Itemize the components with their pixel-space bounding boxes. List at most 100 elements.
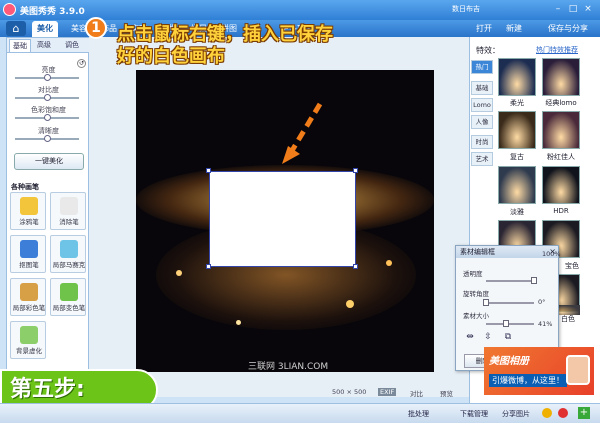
tool-label: 抠图笔 bbox=[19, 261, 39, 269]
rotation-slider[interactable] bbox=[483, 299, 534, 306]
open-button[interactable]: 打开 bbox=[476, 23, 492, 34]
effect-label: 经典lomo bbox=[545, 99, 577, 107]
resize-handle[interactable] bbox=[206, 264, 211, 269]
tab-basic-effects[interactable]: 基础 bbox=[471, 81, 493, 95]
blur-icon bbox=[20, 326, 38, 344]
slider-knob[interactable] bbox=[43, 114, 51, 121]
one-key-beautify-button[interactable]: 一键美化 bbox=[14, 153, 84, 170]
tool-label: 涂鸦笔 bbox=[19, 218, 39, 226]
tool-label: 消除笔 bbox=[59, 218, 79, 226]
brush-icon bbox=[20, 283, 38, 301]
image-size: 500 × 500 bbox=[332, 388, 367, 396]
tab-art[interactable]: 艺术 bbox=[471, 152, 493, 166]
copy-icon[interactable]: ⧉ bbox=[502, 332, 514, 344]
resize-handle[interactable] bbox=[353, 168, 358, 173]
opacity-label: 透明度 bbox=[463, 270, 483, 278]
rotation-value: 0° bbox=[538, 298, 546, 306]
effect-thumb-soft-light[interactable] bbox=[498, 58, 536, 96]
paint-bucket-icon bbox=[60, 283, 78, 301]
weibo-icon[interactable] bbox=[558, 408, 568, 418]
download-manager-button[interactable]: 下载管理 bbox=[460, 409, 488, 419]
tab-advanced[interactable]: 高级 bbox=[37, 40, 51, 50]
saturation-slider[interactable] bbox=[15, 114, 79, 121]
doodle-pen-tool[interactable]: 涂鸦笔 bbox=[10, 192, 46, 230]
resize-handle[interactable] bbox=[206, 168, 211, 173]
cutout-pen-tool[interactable]: 抠图笔 bbox=[10, 235, 46, 273]
slider-knob[interactable] bbox=[483, 299, 489, 306]
tab-basic[interactable]: 基础 bbox=[9, 39, 31, 52]
save-share-button[interactable]: 保存与分享 bbox=[548, 23, 588, 34]
new-button[interactable]: 新建 bbox=[506, 23, 522, 34]
slider-knob[interactable] bbox=[531, 277, 537, 284]
local-recolor-pen-tool[interactable]: 局部变色笔 bbox=[50, 278, 86, 316]
local-color-pen-tool[interactable]: 局部彩色笔 bbox=[10, 278, 46, 316]
eraser-icon bbox=[60, 197, 78, 215]
resize-handle[interactable] bbox=[353, 264, 358, 269]
maximize-button[interactable]: □ bbox=[567, 3, 579, 15]
compare-button[interactable]: 对比 bbox=[410, 388, 423, 398]
tab-portrait[interactable]: 人像 bbox=[471, 115, 493, 129]
effects-recommend-link[interactable]: 热门特效推荐 bbox=[536, 45, 578, 55]
tab-hot[interactable]: 热门 bbox=[471, 60, 493, 74]
effect-thumb-pink-lady[interactable] bbox=[542, 111, 580, 149]
app-logo-icon bbox=[3, 3, 16, 16]
size-label: 素材大小 bbox=[463, 312, 489, 320]
size-slider[interactable] bbox=[486, 320, 534, 327]
preview-button[interactable]: 预览 bbox=[440, 388, 453, 398]
window-menu[interactable]: 数日布吉 bbox=[452, 4, 480, 14]
background-blur-tool[interactable]: 背景虚化 bbox=[10, 321, 46, 359]
effect-label: 淡雅 bbox=[510, 208, 524, 216]
avatar bbox=[566, 355, 590, 385]
batch-button[interactable]: 批处理 bbox=[408, 409, 429, 419]
instruction-line-2: 好的白色画布 bbox=[117, 46, 225, 67]
opacity-value: 100% bbox=[542, 250, 561, 258]
slider-knob[interactable] bbox=[43, 74, 51, 81]
tool-label: 局部彩色笔 bbox=[12, 304, 46, 312]
tab-beautify[interactable]: 美化 bbox=[32, 21, 58, 37]
slider-knob[interactable] bbox=[43, 94, 51, 101]
cutout-pen-icon bbox=[20, 240, 38, 258]
app-title: 美图秀秀 3.9.0 bbox=[20, 7, 85, 17]
effect-thumb-retro[interactable] bbox=[498, 111, 536, 149]
home-icon[interactable]: ⌂ bbox=[6, 21, 26, 36]
tab-lomo[interactable]: Lomo bbox=[471, 98, 493, 112]
effect-label: 柔光 bbox=[510, 99, 524, 107]
star-icon[interactable] bbox=[542, 408, 552, 418]
slider-knob[interactable] bbox=[43, 135, 51, 142]
eraser-pen-tool[interactable]: 消除笔 bbox=[50, 192, 86, 230]
effect-label: 复古 bbox=[510, 153, 524, 161]
minimize-button[interactable]: – bbox=[552, 3, 564, 15]
tab-fashion[interactable]: 时尚 bbox=[471, 135, 493, 149]
effect-thumb-hdr[interactable] bbox=[542, 166, 580, 204]
flip-vertical-icon[interactable]: ⇳ bbox=[482, 332, 494, 344]
effect-thumb-classic-lomo[interactable] bbox=[542, 58, 580, 96]
bokeh-dot bbox=[346, 300, 354, 308]
effects-title: 特效： bbox=[476, 46, 500, 55]
mosaic-tool[interactable]: 局部马赛克 bbox=[50, 235, 86, 273]
slider-knob[interactable] bbox=[502, 320, 509, 327]
bokeh-dot bbox=[176, 270, 182, 276]
white-canvas-material[interactable] bbox=[209, 171, 356, 267]
bokeh-dot bbox=[236, 320, 241, 325]
bokeh-dot bbox=[386, 260, 392, 266]
adjust-panel: 基础 高级 调色 ↺ 亮度 对比度 色彩饱和度 清晰度 一键美化 各种画笔 涂鸦… bbox=[6, 37, 90, 403]
pencil-icon bbox=[20, 197, 38, 215]
rotation-label: 旋转角度 bbox=[463, 290, 489, 298]
effect-thumb-elegant[interactable] bbox=[498, 166, 536, 204]
effect-label: HDR bbox=[553, 207, 569, 215]
contrast-slider[interactable] bbox=[15, 94, 79, 101]
add-icon[interactable]: + bbox=[578, 407, 590, 419]
flip-horizontal-icon[interactable]: ⇹ bbox=[464, 332, 476, 344]
arrow-icon bbox=[282, 102, 323, 164]
brightness-slider[interactable] bbox=[15, 74, 79, 81]
tab-color[interactable]: 调色 bbox=[65, 40, 79, 50]
share-image-button[interactable]: 分享图片 bbox=[502, 409, 530, 419]
brush-section-title: 各种画笔 bbox=[11, 183, 39, 191]
sharpness-slider[interactable] bbox=[15, 135, 79, 142]
mosaic-icon bbox=[60, 240, 78, 258]
close-button[interactable]: × bbox=[582, 3, 594, 15]
exif-button[interactable]: EXIF bbox=[378, 388, 397, 396]
promo-banner[interactable]: 美图相册 引爆微博，从这里！ bbox=[484, 347, 594, 395]
promo-title: 美图相册 bbox=[489, 356, 529, 367]
opacity-slider[interactable] bbox=[486, 277, 537, 284]
